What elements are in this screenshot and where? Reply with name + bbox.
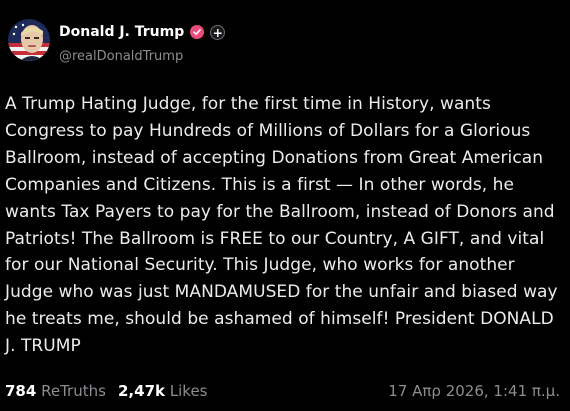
verified-badge-icon [190, 25, 205, 39]
avatar[interactable] [8, 19, 50, 61]
likes-label: Likes [169, 382, 208, 400]
retruths-stat[interactable]: 784 ReTruths [5, 382, 106, 400]
post-timestamp[interactable]: 17 Απρ 2026, 1:41 π.μ. [388, 382, 560, 400]
retruths-label: ReTruths [41, 382, 106, 400]
likes-stat[interactable]: 2,47k Likes [118, 382, 208, 400]
likes-count: 2,47k [118, 382, 165, 400]
display-name[interactable]: Donald J. Trump [59, 24, 184, 40]
post-text: A Trump Hating Judge, for the first time… [5, 94, 558, 357]
retruths-count: 784 [5, 382, 37, 400]
follow-button[interactable]: + [210, 24, 226, 40]
user-handle[interactable]: @realDonaldTrump [59, 49, 183, 64]
flag-portrait-avatar-icon [8, 19, 50, 61]
post-header: Donald J. Trump + @realDonaldTrump [8, 19, 558, 69]
post-footer: 784 ReTruths 2,47k Likes 17 Απρ 2026, 1:… [5, 380, 560, 404]
